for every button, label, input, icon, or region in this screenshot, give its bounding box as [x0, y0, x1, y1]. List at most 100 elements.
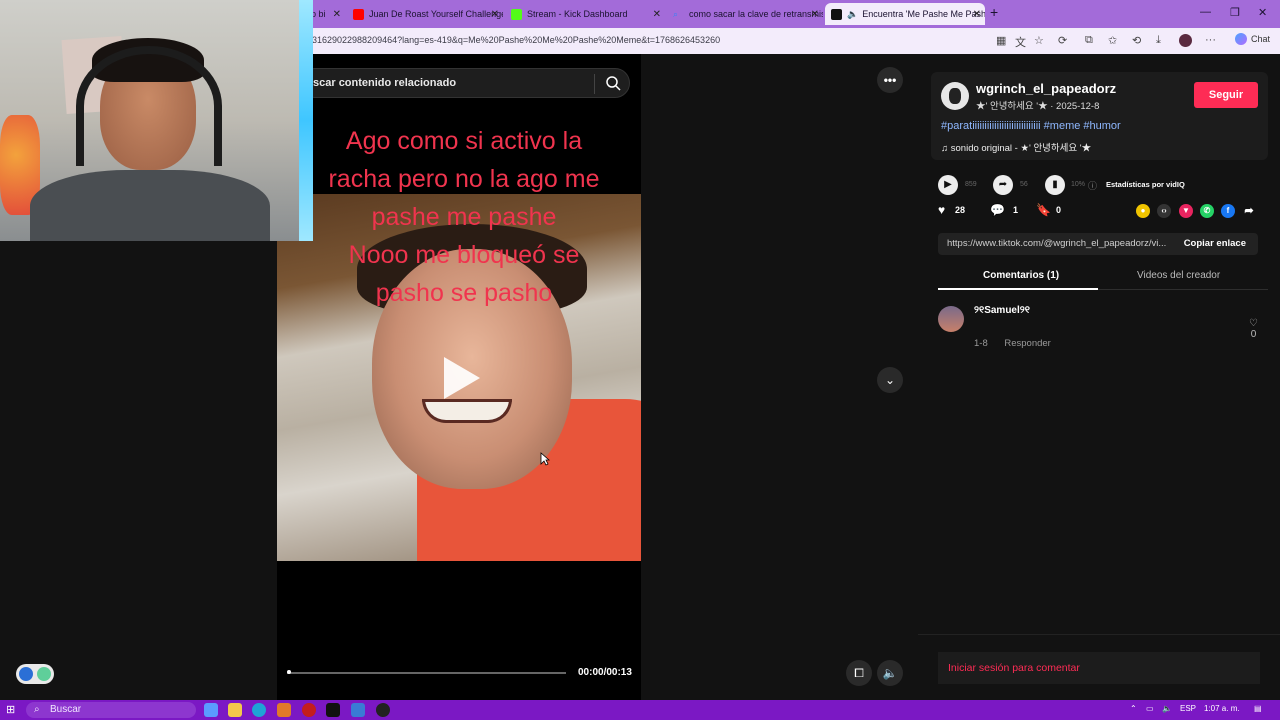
browser-tab-2[interactable]: Juan De Roast Yourself Challenge ✕ — [347, 3, 503, 25]
chevron-down-icon[interactable]: ⌄ — [877, 367, 903, 393]
new-tab-button[interactable]: + — [990, 4, 998, 20]
favorite-icon[interactable]: ☆ — [1034, 34, 1044, 47]
reply-button[interactable]: Responder — [1004, 338, 1050, 349]
picture-in-picture-icon[interactable]: ⧠ — [846, 660, 872, 686]
comment-meta: 1-8 Responder — [974, 338, 1051, 349]
creator-avatar[interactable] — [941, 82, 969, 110]
sound-label: sonido original - ★' 안녕하세요 '★ — [950, 143, 1092, 154]
copy-link-button[interactable]: Copiar enlace — [1184, 238, 1246, 249]
commenter-name[interactable]: ୨୧Samuel୨୧ — [974, 305, 1030, 316]
obs-icon[interactable] — [302, 703, 316, 717]
led-strip — [299, 0, 313, 241]
file-explorer-icon[interactable] — [228, 703, 242, 717]
profile-avatar[interactable] — [1179, 34, 1192, 47]
tab-label: p bi — [311, 9, 326, 19]
extensions-icon[interactable]: ⟳ — [1058, 34, 1067, 47]
browser-tab-3[interactable]: Stream - Kick Dashboard ✕ — [505, 3, 665, 25]
edge-icon[interactable] — [252, 703, 266, 717]
restore-icon[interactable]: ❐ — [1230, 6, 1240, 19]
heart-outline-icon[interactable]: ♡ — [1249, 318, 1258, 329]
url-field[interactable]: 3162902298820946​4?lang=es-419&q=Me%20Pa… — [312, 35, 720, 45]
browser-tab-active[interactable]: 🔈 Encuentra 'Me Pashe Me Pash ✕ — [825, 3, 985, 25]
extension-widget[interactable] — [16, 664, 54, 684]
stats-row: ▶ 859 ➦ 56 ▮ 10% ⓘ Estadísticas por vidI… — [938, 175, 1268, 195]
follow-button[interactable]: Seguir — [1194, 82, 1258, 108]
volume-icon[interactable]: 🔈 — [877, 660, 903, 686]
video-time: 00:00/00:13 — [578, 667, 632, 678]
search-icon[interactable] — [605, 75, 621, 91]
tray-chevron-icon[interactable]: ⌃ — [1130, 704, 1137, 713]
volume-tray-icon[interactable]: 🔈 — [1162, 704, 1172, 713]
whatsapp-icon[interactable]: ✆ — [1200, 204, 1214, 218]
facebook-icon[interactable]: f — [1221, 204, 1235, 218]
comment-date: 1-8 — [974, 338, 988, 349]
share-link[interactable]: https://www.tiktok.com/@wgrinch_el_papea… — [947, 238, 1167, 249]
comment-like[interactable]: ♡ 0 — [1249, 318, 1258, 340]
tab-creator-videos[interactable]: Videos del creador — [1137, 270, 1220, 281]
translate-icon[interactable]: 文 — [1015, 34, 1026, 50]
video-progress-bar[interactable] — [287, 670, 566, 674]
app-icon[interactable] — [277, 703, 291, 717]
downloads-icon[interactable]: ⤓ — [1156, 34, 1161, 47]
app-icon[interactable] — [351, 703, 365, 717]
minimize-icon[interactable]: — — [1200, 6, 1211, 18]
related-search-bar[interactable]: scar contenido relacionado — [300, 68, 630, 98]
active-tab-indicator — [938, 288, 1098, 290]
tab-label: Encuentra 'Me Pashe Me Pash — [862, 9, 985, 19]
taskbar-search-label: Buscar — [50, 704, 82, 715]
caption-line: pashe me pashe — [371, 203, 557, 231]
send-icon[interactable]: ▼ — [1179, 204, 1193, 218]
progress-handle[interactable] — [287, 670, 291, 674]
caption-line: pasho se pasho — [375, 279, 553, 307]
creator-username[interactable]: wgrinch_el_papeadorz — [976, 81, 1116, 96]
divider — [594, 74, 595, 94]
close-icon[interactable]: ✕ — [811, 9, 819, 20]
tiktok-icon — [831, 8, 842, 20]
caption-line: Nooo me bloqueó se — [348, 241, 580, 269]
heart-icon[interactable]: ♥ — [938, 203, 945, 217]
close-icon[interactable]: ✕ — [333, 9, 341, 20]
embed-icon[interactable]: ‹› — [1157, 204, 1171, 218]
windows-start-icon[interactable]: ⊞ — [6, 703, 15, 716]
copilot-app-icon[interactable] — [204, 703, 218, 717]
search-input[interactable]: scar contenido relacionado — [313, 77, 456, 89]
language-indicator[interactable]: ESP — [1180, 704, 1196, 713]
kick-icon — [511, 8, 522, 20]
app-icon[interactable] — [376, 703, 390, 717]
app-available-icon[interactable]: ▦ — [996, 34, 1006, 47]
terminal-icon[interactable] — [326, 703, 340, 717]
play-icon[interactable] — [444, 357, 480, 399]
divider — [918, 634, 1280, 635]
sound-info[interactable]: ♫ sonido original - ★' 안녕하세요 '★ — [941, 140, 1091, 154]
bar-chart-icon: ▮ — [1045, 175, 1065, 195]
history-icon[interactable]: ⟲ — [1132, 34, 1141, 47]
close-icon[interactable]: ✕ — [491, 9, 499, 20]
more-options-icon[interactable]: ••• — [877, 67, 903, 93]
close-icon[interactable]: ✕ — [653, 9, 661, 20]
login-to-comment[interactable]: Iniciar sesión para comentar — [938, 652, 1260, 684]
creator-subline: ★' 안녕하세요 '★ · 2025-12-8 — [976, 101, 1100, 112]
close-icon[interactable]: ✕ — [973, 9, 981, 20]
network-icon[interactable]: ▭ — [1146, 704, 1154, 713]
split-screen-icon[interactable]: ⧉ — [1085, 34, 1093, 47]
info-icon[interactable]: ⓘ — [1088, 179, 1097, 192]
music-note-icon: ♫ — [941, 143, 951, 154]
close-window-icon[interactable]: ✕ — [1258, 6, 1267, 19]
coin-icon[interactable]: ● — [1136, 204, 1150, 218]
notifications-icon[interactable]: ▤ — [1254, 704, 1262, 713]
share-arrow-icon[interactable]: ➦ — [1242, 204, 1256, 218]
clock[interactable]: 1:07 a. m. — [1204, 704, 1240, 713]
speaker-icon[interactable]: 🔈 — [847, 9, 858, 20]
hashtags[interactable]: #paratiiiiiiiiiiiiiiiiiiiiiiiiiiii #meme… — [941, 120, 1121, 132]
browser-tab-4[interactable]: ⌕ como sacar la clave de retransmisi ✕ — [667, 3, 823, 25]
commenter-avatar[interactable] — [938, 306, 964, 332]
favorites-icon[interactable]: ✩ — [1108, 34, 1117, 47]
search-icon: ⌕ — [34, 704, 40, 715]
copilot-chat-button[interactable]: Chat — [1234, 33, 1270, 45]
comment-icon[interactable]: 💬 — [990, 203, 1005, 217]
bookmark-icon[interactable]: 🔖 — [1036, 203, 1051, 217]
taskbar-search[interactable]: ⌕ Buscar — [26, 702, 196, 718]
side-panel: wgrinch_el_papeadorz ★' 안녕하세요 '★ · 2025-… — [918, 54, 1280, 700]
tab-comments[interactable]: Comentarios (1) — [983, 270, 1059, 281]
more-icon[interactable]: ··· — [1205, 34, 1216, 46]
